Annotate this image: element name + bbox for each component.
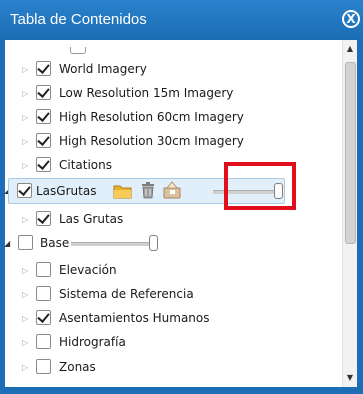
- scroll-up-icon[interactable]: ▲: [343, 42, 357, 56]
- layer-label: Elevación: [59, 263, 117, 277]
- expand-arrow-icon[interactable]: ▷: [22, 136, 32, 148]
- layer-row-low-res-15m[interactable]: ▷ Low Resolution 15m Imagery: [5, 83, 335, 105]
- layer-label: Las Grutas: [59, 212, 124, 226]
- layer-row-asentamientos[interactable]: ▷ Asentamientos Humanos: [5, 308, 335, 330]
- toc-content: ▷ World Imagery ▷ Low Resolution 15m Ima…: [5, 40, 357, 387]
- group-label: LasGrutas: [36, 184, 97, 198]
- layer-row-hidrografia[interactable]: ▷ Hidrografía: [5, 332, 335, 354]
- layer-checkbox[interactable]: [36, 286, 51, 301]
- titlebar: Tabla de Contenidos X: [0, 0, 363, 40]
- layer-label: Hidrografía: [59, 335, 126, 349]
- layer-label: Citations: [59, 158, 113, 172]
- layer-label: High Resolution 30cm Imagery: [59, 134, 244, 148]
- layer-checkbox[interactable]: [36, 334, 51, 349]
- collapsed-item-stub: [70, 47, 86, 54]
- layer-row-sistema-referencia[interactable]: ▷ Sistema de Referencia: [5, 284, 335, 306]
- vertical-scrollbar[interactable]: ▲ ▼: [342, 40, 357, 387]
- scrollbar-thumb[interactable]: [345, 62, 356, 244]
- scroll-down-icon[interactable]: ▼: [343, 371, 357, 385]
- toc-window: Tabla de Contenidos X ▷ World Imagery ▷ …: [0, 0, 363, 394]
- expand-arrow-icon[interactable]: ▷: [22, 160, 32, 172]
- group-checkbox[interactable]: [17, 183, 32, 198]
- layer-row-high-res-60cm[interactable]: ▷ High Resolution 60cm Imagery: [5, 107, 335, 129]
- layer-row-elevacion[interactable]: ▷ Elevación: [5, 260, 335, 282]
- group-label: Base: [40, 236, 70, 250]
- expand-arrow-icon[interactable]: ▷: [22, 64, 32, 76]
- layer-checkbox[interactable]: [36, 85, 51, 100]
- layer-checkbox[interactable]: [36, 310, 51, 325]
- folder-icon[interactable]: [113, 182, 132, 199]
- base-opacity-slider-thumb[interactable]: [149, 235, 158, 251]
- expand-arrow-icon[interactable]: ▷: [22, 313, 32, 325]
- edit-layer-icon[interactable]: [163, 181, 182, 200]
- layer-row-zonas[interactable]: ▷ Zonas: [5, 357, 335, 379]
- expand-arrow-icon[interactable]: ▷: [22, 362, 32, 374]
- close-icon[interactable]: X: [342, 10, 360, 28]
- group-row-base[interactable]: ◢ Base: [5, 233, 335, 255]
- layer-checkbox[interactable]: [36, 157, 51, 172]
- layer-checkbox[interactable]: [36, 211, 51, 226]
- layer-checkbox[interactable]: [36, 109, 51, 124]
- layer-row-las-grutas[interactable]: ▷ Las Grutas: [5, 209, 335, 231]
- layer-label: Zonas: [59, 360, 96, 374]
- layer-label: High Resolution 60cm Imagery: [59, 110, 244, 124]
- expand-arrow-icon[interactable]: ▷: [22, 88, 32, 100]
- layer-label: Asentamientos Humanos: [59, 311, 210, 325]
- layer-label: Sistema de Referencia: [59, 287, 194, 301]
- layer-row-world-imagery[interactable]: ▷ World Imagery: [5, 59, 335, 81]
- expand-arrow-icon[interactable]: ▷: [22, 265, 32, 277]
- layer-checkbox[interactable]: [36, 133, 51, 148]
- expand-arrow-icon[interactable]: ▷: [22, 214, 32, 226]
- expand-arrow-icon[interactable]: ▷: [22, 112, 32, 124]
- expand-arrow-icon[interactable]: ▷: [22, 289, 32, 301]
- collapse-arrow-icon[interactable]: ◢: [5, 238, 14, 250]
- layer-checkbox[interactable]: [36, 359, 51, 374]
- layer-label: Low Resolution 15m Imagery: [59, 86, 234, 100]
- group-checkbox[interactable]: [18, 235, 33, 250]
- layer-checkbox[interactable]: [36, 61, 51, 76]
- base-opacity-slider-track[interactable]: [71, 242, 157, 246]
- trash-icon[interactable]: [141, 182, 155, 199]
- layer-row-high-res-30cm[interactable]: ▷ High Resolution 30cm Imagery: [5, 131, 335, 153]
- expand-arrow-icon[interactable]: ▷: [22, 337, 32, 349]
- layer-label: World Imagery: [59, 62, 147, 76]
- layer-checkbox[interactable]: [36, 262, 51, 277]
- highlight-annotation-box: [224, 162, 296, 210]
- window-title: Tabla de Contenidos: [10, 11, 147, 28]
